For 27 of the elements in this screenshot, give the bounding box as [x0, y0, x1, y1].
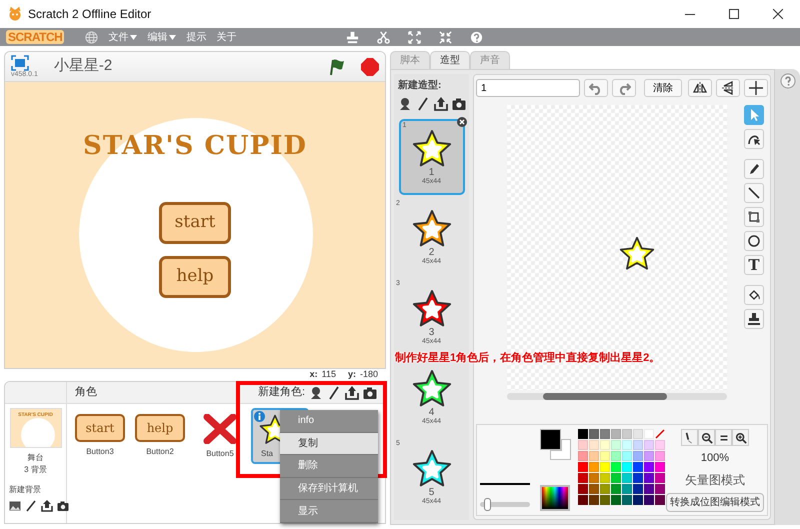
new-costume-label: 新建造型:	[398, 78, 442, 93]
x-label: x:	[310, 368, 318, 382]
button-thumbnail: help	[135, 414, 185, 442]
costume-name: 2	[428, 247, 434, 258]
sprite-name: Button3	[86, 446, 114, 458]
panel-title: 角色	[75, 385, 97, 400]
sprite-name: Button5	[206, 448, 234, 460]
new-sprite-label: 新建角色:	[258, 384, 305, 400]
y-label: y:	[348, 368, 356, 382]
window-title: Scratch 2 Offline Editor	[28, 6, 152, 23]
costume-name: 4	[428, 407, 434, 418]
project-title: 小星星-2	[54, 56, 112, 76]
y-value: -180	[360, 368, 378, 382]
mode-label: 矢量图模式	[685, 472, 745, 488]
new-backdrop-label: 新建背景	[9, 484, 42, 496]
costume-name: 1	[428, 167, 434, 178]
zoom-level: 100%	[700, 451, 730, 466]
sprite-name: Sta	[261, 448, 274, 460]
costume-name: 5	[428, 487, 434, 498]
annotation-text: 制作好星星1角色后，在角色管理中直接复制出星星2。	[395, 352, 660, 365]
costume-name: 3	[428, 327, 434, 338]
x-value: 115	[322, 368, 336, 382]
button-thumbnail: start	[75, 414, 125, 442]
game-title: STAR'S CUPID	[83, 130, 307, 163]
stage-label: 舞台	[26, 452, 44, 464]
backdrop-count: 3 背景	[23, 464, 48, 476]
sprite-name: Button2	[146, 446, 174, 458]
